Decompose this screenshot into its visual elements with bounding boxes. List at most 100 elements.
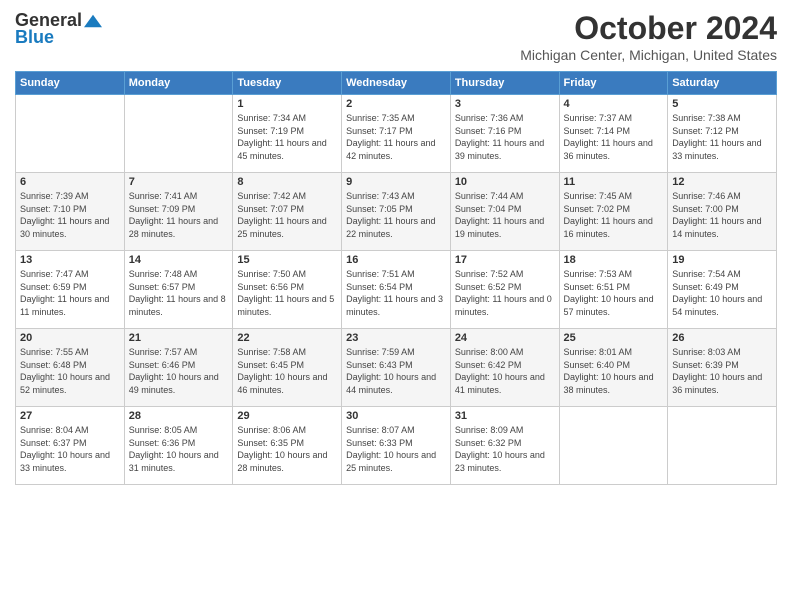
day-number: 20 [20,332,120,344]
column-header-thursday: Thursday [450,72,559,95]
calendar-table: SundayMondayTuesdayWednesdayThursdayFrid… [15,71,777,485]
calendar-week-4: 20 Sunrise: 7:55 AM Sunset: 6:48 PM Dayli… [16,329,777,407]
title-block: October 2024 Michigan Center, Michigan, … [520,10,777,63]
day-detail: Sunrise: 8:00 AM Sunset: 6:42 PM Dayligh… [455,346,555,396]
calendar-cell: 30 Sunrise: 8:07 AM Sunset: 6:33 PM Dayli… [342,407,451,485]
logo-icon [84,14,102,28]
calendar-cell: 6 Sunrise: 7:39 AM Sunset: 7:10 PM Daylig… [16,173,125,251]
page-header: General Blue October 2024 Michigan Cente… [15,10,777,63]
calendar-cell [16,95,125,173]
calendar-cell: 14Sunrise: 7:48 AM Sunset: 6:57 PM Dayli… [124,251,233,329]
day-number: 11 [564,176,664,188]
day-number: 5 [672,98,772,110]
day-number: 30 [346,410,446,422]
day-number: 7 [129,176,229,188]
calendar-cell: 20 Sunrise: 7:55 AM Sunset: 6:48 PM Dayli… [16,329,125,407]
day-detail: Sunrise: 8:05 AM Sunset: 6:36 PM Dayligh… [129,424,229,474]
day-detail: Sunrise: 7:50 AM Sunset: 6:56 PM Dayligh… [237,268,337,318]
day-number: 29 [237,410,337,422]
day-detail: Sunrise: 7:54 AM Sunset: 6:49 PM Dayligh… [672,268,772,318]
calendar-cell: 21 Sunrise: 7:57 AM Sunset: 6:46 PM Dayli… [124,329,233,407]
day-detail: Sunrise: 7:51 AM Sunset: 6:54 PM Dayligh… [346,268,446,318]
day-detail: Sunrise: 7:45 AM Sunset: 7:02 PM Dayligh… [564,190,664,240]
logo: General Blue [15,10,102,48]
day-number: 21 [129,332,229,344]
day-number: 1 [237,98,337,110]
calendar-cell: 8 Sunrise: 7:42 AM Sunset: 7:07 PM Daylig… [233,173,342,251]
day-detail: Sunrise: 8:07 AM Sunset: 6:33 PM Dayligh… [346,424,446,474]
column-header-monday: Monday [124,72,233,95]
day-detail: Sunrise: 7:36 AM Sunset: 7:16 PM Dayligh… [455,112,555,162]
column-header-sunday: Sunday [16,72,125,95]
day-detail: Sunrise: 7:39 AM Sunset: 7:10 PM Dayligh… [20,190,120,240]
calendar-cell: 24 Sunrise: 8:00 AM Sunset: 6:42 PM Dayli… [450,329,559,407]
calendar-header-row: SundayMondayTuesdayWednesdayThursdayFrid… [16,72,777,95]
day-detail: Sunrise: 7:53 AM Sunset: 6:51 PM Dayligh… [564,268,664,318]
calendar-cell: 18 Sunrise: 7:53 AM Sunset: 6:51 PM Dayli… [559,251,668,329]
calendar-week-3: 13 Sunrise: 7:47 AM Sunset: 6:59 PM Dayli… [16,251,777,329]
day-number: 14 [129,254,229,266]
calendar-cell: 15 Sunrise: 7:50 AM Sunset: 6:56 PM Dayli… [233,251,342,329]
day-detail: Sunrise: 7:42 AM Sunset: 7:07 PM Dayligh… [237,190,337,240]
calendar-cell: 26Sunrise: 8:03 AM Sunset: 6:39 PM Dayli… [668,329,777,407]
calendar-cell: 17 Sunrise: 7:52 AM Sunset: 6:52 PM Dayli… [450,251,559,329]
day-number: 6 [20,176,120,188]
day-number: 2 [346,98,446,110]
day-number: 16 [346,254,446,266]
column-header-wednesday: Wednesday [342,72,451,95]
day-number: 26 [672,332,772,344]
day-detail: Sunrise: 7:34 AM Sunset: 7:19 PM Dayligh… [237,112,337,162]
day-number: 3 [455,98,555,110]
day-number: 8 [237,176,337,188]
calendar-week-2: 6 Sunrise: 7:39 AM Sunset: 7:10 PM Daylig… [16,173,777,251]
day-number: 4 [564,98,664,110]
calendar-cell: 2Sunrise: 7:35 AM Sunset: 7:17 PM Daylig… [342,95,451,173]
day-detail: Sunrise: 8:04 AM Sunset: 6:37 PM Dayligh… [20,424,120,474]
calendar-cell: 11 Sunrise: 7:45 AM Sunset: 7:02 PM Dayli… [559,173,668,251]
calendar-cell: 27 Sunrise: 8:04 AM Sunset: 6:37 PM Dayli… [16,407,125,485]
logo-text-blue: Blue [15,27,54,48]
calendar-cell: 25 Sunrise: 8:01 AM Sunset: 6:40 PM Dayli… [559,329,668,407]
calendar-cell: 19Sunrise: 7:54 AM Sunset: 6:49 PM Dayli… [668,251,777,329]
day-detail: Sunrise: 7:58 AM Sunset: 6:45 PM Dayligh… [237,346,337,396]
calendar-cell: 12Sunrise: 7:46 AM Sunset: 7:00 PM Dayli… [668,173,777,251]
calendar-cell: 28 Sunrise: 8:05 AM Sunset: 6:36 PM Dayli… [124,407,233,485]
day-detail: Sunrise: 7:59 AM Sunset: 6:43 PM Dayligh… [346,346,446,396]
calendar-week-5: 27 Sunrise: 8:04 AM Sunset: 6:37 PM Dayli… [16,407,777,485]
day-detail: Sunrise: 8:06 AM Sunset: 6:35 PM Dayligh… [237,424,337,474]
day-detail: Sunrise: 7:52 AM Sunset: 6:52 PM Dayligh… [455,268,555,318]
day-number: 25 [564,332,664,344]
day-number: 9 [346,176,446,188]
calendar-cell: 10Sunrise: 7:44 AM Sunset: 7:04 PM Dayli… [450,173,559,251]
day-detail: Sunrise: 7:57 AM Sunset: 6:46 PM Dayligh… [129,346,229,396]
calendar-cell [559,407,668,485]
calendar-page: General Blue October 2024 Michigan Cente… [0,0,792,612]
calendar-cell: 1 Sunrise: 7:34 AM Sunset: 7:19 PM Daylig… [233,95,342,173]
day-number: 27 [20,410,120,422]
calendar-cell: 5Sunrise: 7:38 AM Sunset: 7:12 PM Daylig… [668,95,777,173]
day-detail: Sunrise: 8:09 AM Sunset: 6:32 PM Dayligh… [455,424,555,474]
calendar-cell: 9Sunrise: 7:43 AM Sunset: 7:05 PM Daylig… [342,173,451,251]
day-number: 13 [20,254,120,266]
day-detail: Sunrise: 8:01 AM Sunset: 6:40 PM Dayligh… [564,346,664,396]
calendar-cell: 31 Sunrise: 8:09 AM Sunset: 6:32 PM Dayli… [450,407,559,485]
day-number: 15 [237,254,337,266]
calendar-cell: 16 Sunrise: 7:51 AM Sunset: 6:54 PM Dayli… [342,251,451,329]
calendar-cell: 23Sunrise: 7:59 AM Sunset: 6:43 PM Dayli… [342,329,451,407]
day-number: 28 [129,410,229,422]
day-number: 24 [455,332,555,344]
calendar-cell: 3 Sunrise: 7:36 AM Sunset: 7:16 PM Daylig… [450,95,559,173]
day-number: 22 [237,332,337,344]
calendar-cell: 13 Sunrise: 7:47 AM Sunset: 6:59 PM Dayli… [16,251,125,329]
day-detail: Sunrise: 7:47 AM Sunset: 6:59 PM Dayligh… [20,268,120,318]
day-number: 18 [564,254,664,266]
calendar-cell: 7 Sunrise: 7:41 AM Sunset: 7:09 PM Daylig… [124,173,233,251]
calendar-week-1: 1 Sunrise: 7:34 AM Sunset: 7:19 PM Daylig… [16,95,777,173]
column-header-saturday: Saturday [668,72,777,95]
calendar-cell [124,95,233,173]
day-number: 17 [455,254,555,266]
month-title: October 2024 [520,10,777,47]
day-detail: Sunrise: 7:55 AM Sunset: 6:48 PM Dayligh… [20,346,120,396]
day-detail: Sunrise: 7:41 AM Sunset: 7:09 PM Dayligh… [129,190,229,240]
day-number: 31 [455,410,555,422]
